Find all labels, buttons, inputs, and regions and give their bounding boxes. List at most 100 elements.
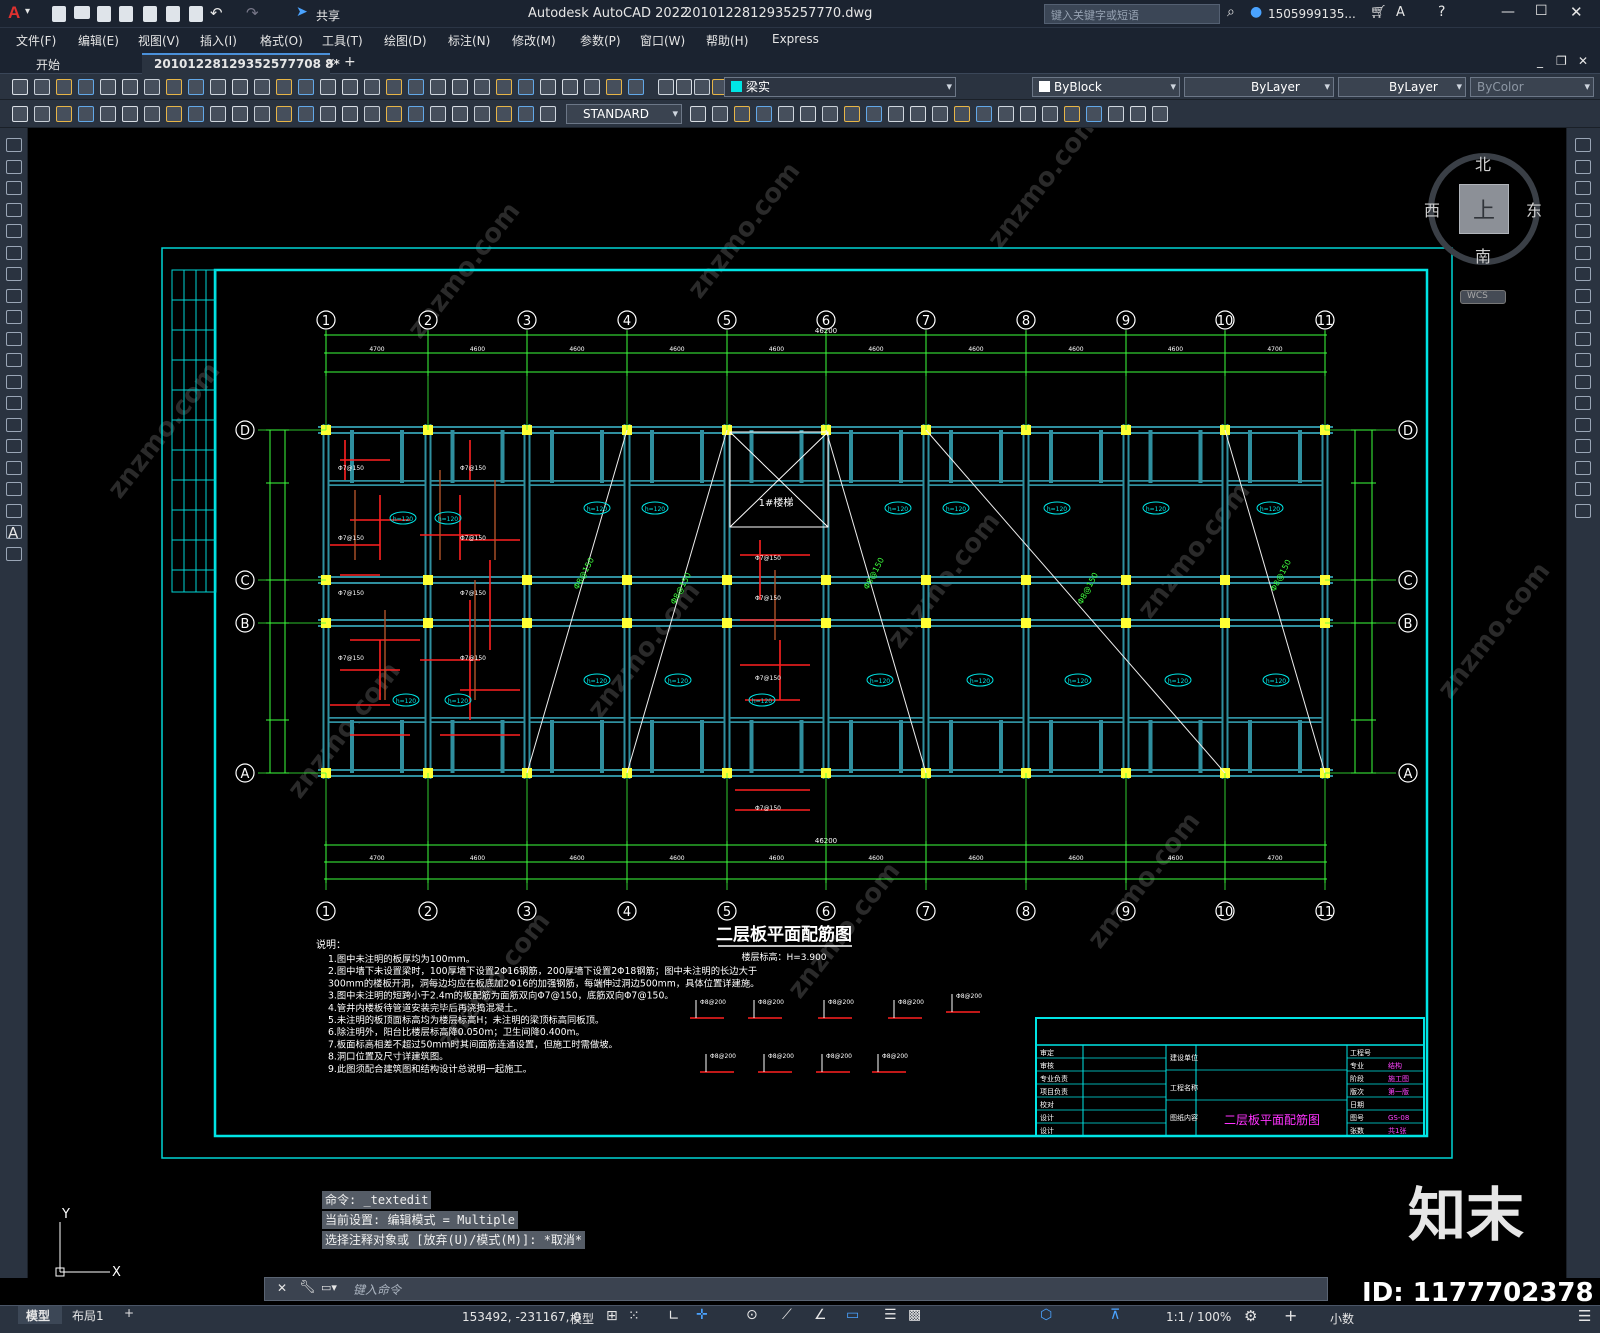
cmd-close-icon[interactable]: ✕ — [277, 1281, 287, 1295]
dim-icon-38[interactable] — [976, 106, 992, 122]
draw-tool-14[interactable] — [6, 439, 22, 453]
std-icon-22[interactable] — [496, 79, 512, 95]
std-icon-24[interactable] — [540, 79, 556, 95]
viewcube-west[interactable]: 西 — [1424, 197, 1440, 221]
text-style-dropdown[interactable]: STANDARD — [566, 104, 682, 124]
draw-tool-8[interactable] — [6, 310, 22, 324]
modify-tool-4[interactable] — [1575, 224, 1591, 238]
dim-icon-46[interactable] — [1152, 106, 1168, 122]
share-label[interactable]: 共享 — [316, 7, 340, 24]
dim-icon-26[interactable] — [712, 106, 728, 122]
inner-minimize-icon[interactable]: _ — [1537, 54, 1543, 68]
menu-item-10[interactable]: 窗口(W) — [640, 32, 685, 49]
color-dropdown[interactable]: ByBlock — [1032, 77, 1180, 97]
std-icon-27[interactable] — [606, 79, 622, 95]
autodesk-a360-icon[interactable]: A — [1396, 5, 1405, 20]
viewcube[interactable]: 北 南 西 东 上 — [1424, 153, 1542, 266]
tab-start[interactable]: 开始 — [22, 54, 140, 74]
dim-icon-16[interactable] — [364, 106, 380, 122]
modify-tool-17[interactable] — [1575, 503, 1591, 518]
std-icon-8[interactable] — [188, 79, 204, 95]
mtext-icon[interactable]: A — [8, 524, 18, 542]
share-icon[interactable]: ➤ — [296, 4, 308, 20]
new-tab-button[interactable]: + — [344, 54, 356, 70]
dim-icon-6[interactable] — [144, 106, 160, 122]
add-layout-button[interactable]: + — [124, 1306, 134, 1320]
std-icon-11[interactable] — [254, 79, 270, 95]
dim-icon-34[interactable] — [888, 106, 904, 122]
maximize-icon[interactable]: ☐ — [1535, 3, 1548, 19]
modify-tool-12[interactable] — [1575, 396, 1591, 410]
std-icon-10[interactable] — [232, 79, 248, 95]
draw-tool-9[interactable] — [6, 331, 22, 346]
std-icon-0[interactable] — [12, 79, 28, 95]
dim-icon-21[interactable] — [474, 106, 490, 122]
draw-tool-17[interactable] — [6, 503, 22, 518]
command-input[interactable]: 键入命令 — [353, 1281, 401, 1298]
menu-item-5[interactable]: 工具(T) — [322, 32, 363, 49]
modify-tool-15[interactable] — [1575, 460, 1591, 475]
draw-tool-1[interactable] — [6, 159, 22, 174]
menu-item-3[interactable]: 插入(I) — [200, 32, 237, 49]
std-icon-30[interactable] — [676, 79, 692, 95]
drawing-canvas[interactable]: znzmo.com znzmo.com znzmo.com znzmo.com znzm… — [28, 128, 1566, 1278]
plot-icon[interactable] — [189, 6, 203, 22]
lineweight-dropdown[interactable]: ByLayer — [1338, 77, 1466, 97]
draw-tool-6[interactable] — [6, 267, 22, 281]
modify-tool-2[interactable] — [1575, 181, 1591, 195]
menu-item-7[interactable]: 标注(N) — [448, 32, 490, 49]
std-icon-15[interactable] — [342, 79, 358, 95]
ortho-icon[interactable]: ∟ — [668, 1308, 680, 1324]
std-icon-2[interactable] — [56, 79, 72, 95]
close-icon[interactable]: ✕ — [1570, 3, 1583, 21]
otrack-icon[interactable]: ⟋ — [782, 1307, 792, 1323]
dim-icon-36[interactable] — [932, 106, 948, 122]
dim-icon-17[interactable] — [386, 106, 402, 122]
std-icon-18[interactable] — [408, 79, 424, 95]
tab-file-close-icon[interactable]: ✕ — [326, 56, 335, 69]
std-icon-19[interactable] — [430, 79, 446, 95]
dim-icon-23[interactable] — [518, 106, 534, 122]
dim-icon-42[interactable] — [1064, 106, 1080, 122]
save-as-icon[interactable] — [119, 6, 133, 22]
redo-icon[interactable]: ↷ — [246, 4, 259, 22]
dim-icon-13[interactable] — [298, 106, 314, 122]
help-icon[interactable]: ? — [1438, 4, 1445, 20]
customize-status-icon[interactable]: ☰ — [1578, 1307, 1591, 1325]
dim-icon-10[interactable] — [232, 106, 248, 122]
draw-tool-5[interactable] — [6, 245, 22, 260]
dim-icon-33[interactable] — [866, 106, 882, 122]
dim-icon-2[interactable] — [56, 106, 72, 122]
std-icon-7[interactable] — [166, 79, 182, 95]
std-icon-4[interactable] — [100, 79, 116, 95]
menu-item-8[interactable]: 修改(M) — [512, 32, 556, 49]
user-name[interactable]: 1505999135... — [1268, 7, 1356, 21]
draw-tool-11[interactable] — [6, 374, 22, 389]
command-line[interactable]: ✕ 🔧︎ ▭▾ 键入命令 — [264, 1277, 1328, 1301]
dim-icon-12[interactable] — [276, 106, 292, 122]
dim-icon-22[interactable] — [496, 106, 512, 122]
draw-tool-12[interactable] — [6, 396, 22, 410]
menu-item-11[interactable]: 帮助(H) — [706, 32, 748, 49]
std-icon-29[interactable] — [658, 79, 674, 95]
layout-tab-layout1[interactable]: 布局1 — [72, 1307, 104, 1324]
modify-tool-1[interactable] — [1575, 159, 1591, 174]
std-icon-16[interactable] — [364, 79, 380, 95]
menu-item-2[interactable]: 视图(V) — [138, 32, 180, 49]
minimize-icon[interactable]: — — [1501, 4, 1515, 20]
transparency-icon[interactable]: ▩ — [908, 1307, 921, 1323]
dim-icon-27[interactable] — [734, 106, 750, 122]
dim-icon-7[interactable] — [166, 106, 182, 122]
std-icon-17[interactable] — [386, 79, 402, 95]
open-file-icon[interactable] — [74, 6, 90, 19]
dyn-ucs-icon[interactable]: ∠ — [814, 1307, 827, 1323]
menu-item-9[interactable]: 参数(P) — [580, 32, 621, 49]
dim-icon-18[interactable] — [408, 106, 424, 122]
draw-tool-15[interactable] — [6, 460, 22, 475]
std-icon-5[interactable] — [122, 79, 138, 95]
save-icon[interactable] — [97, 6, 111, 22]
dim-icon-40[interactable] — [1020, 106, 1036, 122]
menu-item-0[interactable]: 文件(F) — [16, 32, 56, 49]
viewcube-east[interactable]: 东 — [1526, 197, 1542, 221]
std-icon-12[interactable] — [276, 79, 292, 95]
